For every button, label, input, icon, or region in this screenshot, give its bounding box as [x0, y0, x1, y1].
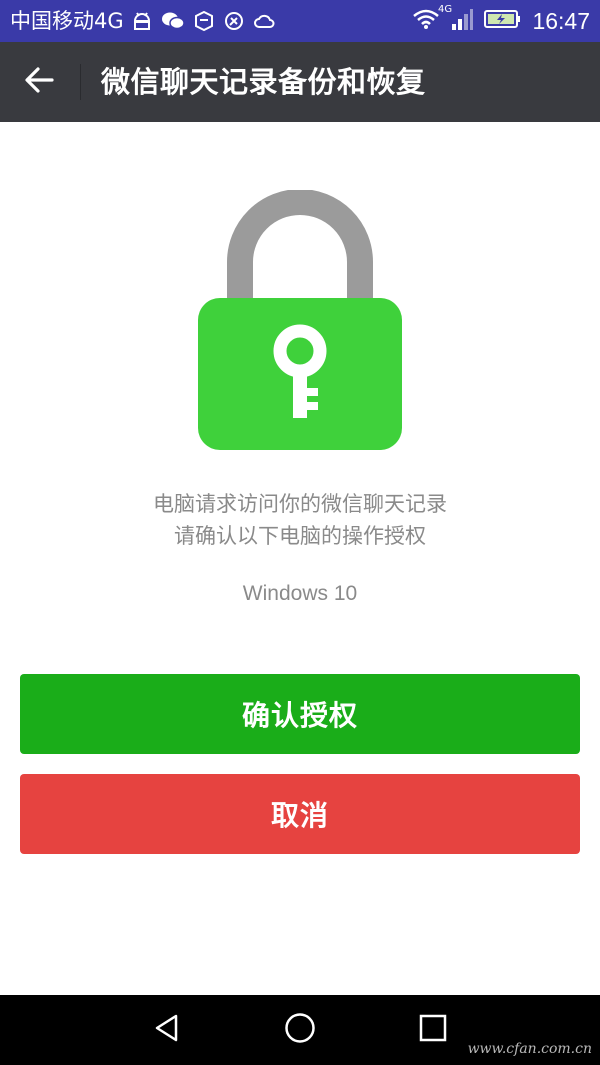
- battery-charging-icon: [484, 8, 522, 34]
- prompt-line-1: 电脑请求访问你的微信聊天记录: [153, 492, 447, 516]
- watermark: www.cfan.com.cn: [467, 1041, 592, 1057]
- wechat-icon: [161, 10, 185, 32]
- authorization-prompt: 电脑请求访问你的微信聊天记录 请确认以下电脑的操作授权: [0, 488, 600, 552]
- triangle-back-icon: [152, 1013, 182, 1047]
- system-status-icons: 16:47: [412, 0, 590, 42]
- padlock-key-icon: [196, 189, 404, 454]
- confirm-authorization-button[interactable]: 确认授权: [20, 674, 580, 754]
- status-bar: 中国移动4G 4G 16:47: [0, 0, 600, 42]
- signal-icon: [450, 7, 474, 35]
- carrier-label: 中国移动4G: [10, 9, 124, 33]
- title-divider: [80, 64, 81, 100]
- cancel-button[interactable]: 取消: [20, 774, 580, 854]
- arrow-left-icon: [24, 67, 54, 97]
- box-icon: [193, 10, 215, 32]
- title-bar: 微信聊天记录备份和恢复: [0, 42, 600, 122]
- back-button[interactable]: [16, 60, 62, 104]
- android-icon: [131, 10, 153, 32]
- prompt-line-2: 请确认以下电脑的操作授权: [174, 524, 426, 548]
- nav-home-button[interactable]: [260, 995, 340, 1065]
- circle-home-icon: [284, 1012, 316, 1048]
- clock: 16:47: [532, 7, 590, 34]
- page-title: 微信聊天记录备份和恢复: [101, 65, 426, 99]
- nav-recent-apps-button[interactable]: [393, 995, 473, 1065]
- notification-icons: [131, 0, 277, 42]
- nav-back-button[interactable]: [127, 995, 207, 1065]
- weather-icon: [253, 10, 277, 32]
- navigation-bar: www.cfan.com.cn: [0, 995, 600, 1065]
- square-recents-icon: [419, 1014, 447, 1046]
- wifi-icon: [412, 8, 440, 34]
- compass-icon: [223, 10, 245, 32]
- device-name: Windows 10: [242, 582, 358, 605]
